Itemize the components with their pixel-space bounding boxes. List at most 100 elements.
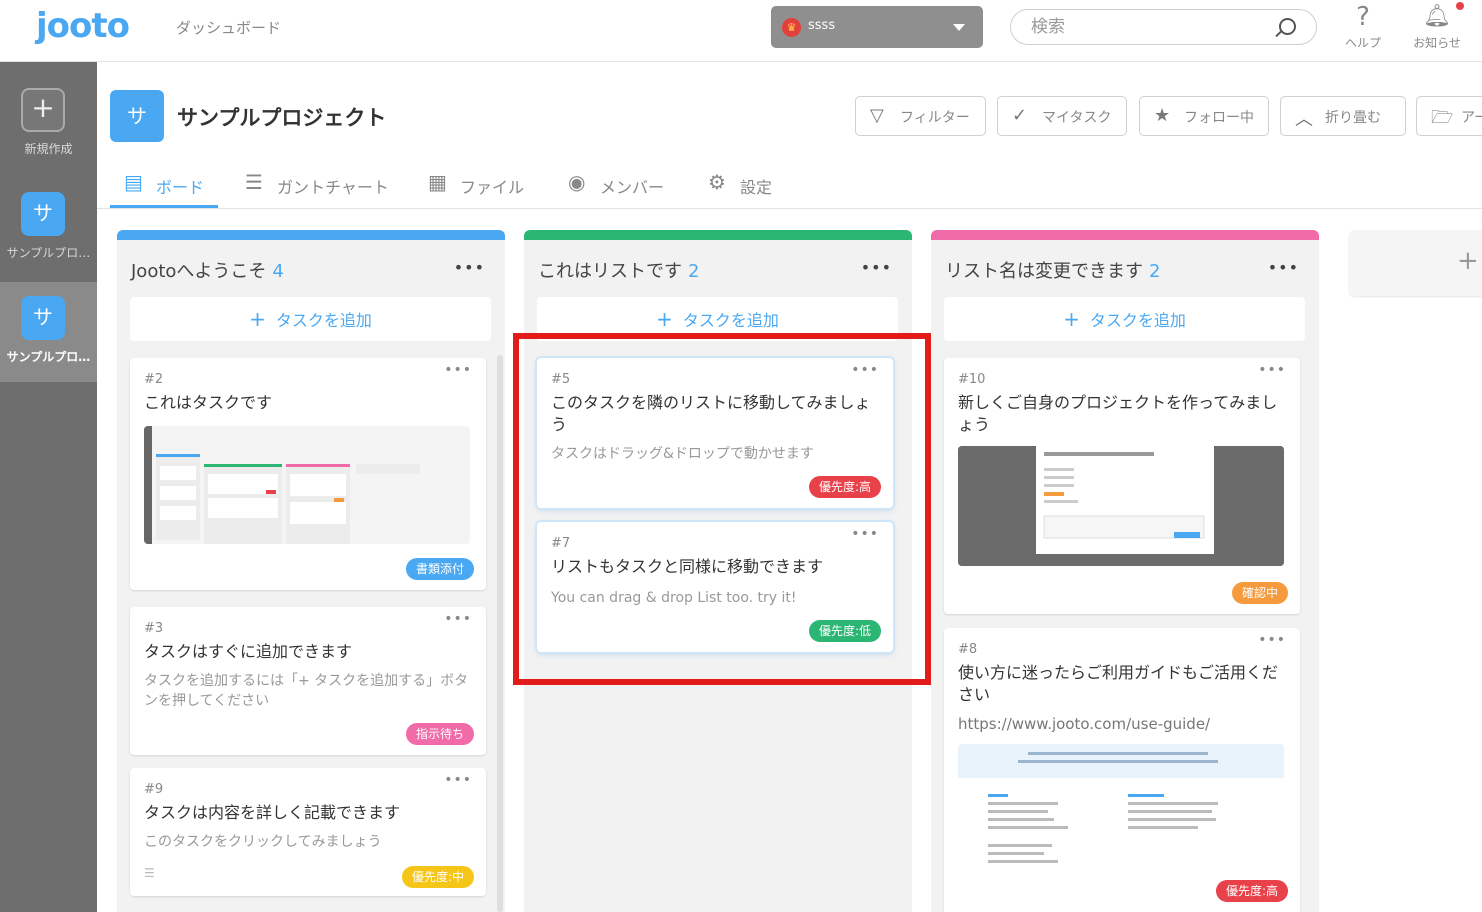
list-header[interactable]: Jootoへようこそ 4 — [131, 257, 284, 283]
list-menu-icon[interactable]: ••• — [861, 258, 892, 277]
card-menu-icon[interactable]: ••• — [1258, 362, 1286, 378]
archive-label: アー — [1461, 110, 1482, 126]
notice-label: お知らせ — [1413, 36, 1461, 50]
task-title: タスクは内容を詳しく記載できます — [144, 803, 401, 822]
plus-icon: + — [1457, 246, 1479, 276]
task-dialog-screenshot-image — [958, 446, 1284, 566]
list-menu-icon[interactable]: ••• — [1268, 258, 1299, 277]
left-sidebar: + 新規作成 サ サンプルプロ… サ サンプルプロ… — [0, 62, 97, 912]
collapse-button[interactable]: ︿ 折り畳む — [1280, 96, 1406, 136]
project-tabs: ▤ ボード ☰ ガントチャート ▦ ファイル ◉ メンバー ⚙ 設定 — [97, 158, 1482, 209]
filter-label: フィルター — [900, 110, 970, 126]
plus-icon: + — [1063, 307, 1080, 331]
sidebar-project-label: サンプルプロ… — [6, 350, 91, 364]
attachment-thumbnail[interactable] — [958, 446, 1284, 566]
tab-label: メンバー — [600, 178, 665, 197]
list-header[interactable]: これはリストです 2 — [538, 257, 699, 283]
file-icon: ▦ — [428, 170, 447, 194]
tab-settings[interactable]: ⚙ 設定 — [694, 158, 784, 208]
list-column[interactable]: リスト名は変更できます 2 ••• + タスクを追加 #10 ••• 新しくご自身の… — [931, 230, 1319, 912]
list-count: 4 — [272, 261, 284, 282]
sidebar-new-project[interactable]: + 新規作成 — [0, 74, 97, 174]
list-name: これはリストです — [538, 261, 682, 282]
tab-members[interactable]: ◉ メンバー — [554, 158, 674, 208]
task-title: タスクはすぐに追加できます — [144, 642, 353, 661]
tab-label: ボード — [156, 178, 205, 197]
attachment-thumbnail[interactable] — [144, 426, 470, 544]
project-icon: サ — [110, 90, 164, 142]
following-button[interactable]: ★ フォロー中 — [1139, 96, 1269, 136]
add-task-label: タスクを追加 — [275, 311, 372, 330]
board-icon: ▤ — [124, 170, 143, 194]
list-color-bar — [931, 230, 1319, 240]
list-name: Jootoへようこそ — [131, 261, 267, 282]
crown-icon: ♛ — [782, 18, 801, 37]
card-menu-icon[interactable]: ••• — [444, 772, 472, 788]
task-number: #10 — [958, 372, 986, 387]
following-label: フォロー中 — [1184, 110, 1254, 126]
sidebar-project-item[interactable]: サ サンプルプロ… — [0, 178, 97, 278]
search-icon[interactable] — [1279, 18, 1296, 35]
star-icon: ★ — [1154, 105, 1171, 126]
plus-icon: + — [21, 88, 65, 132]
board-screenshot-image — [144, 426, 470, 544]
tab-board[interactable]: ▤ ボード — [110, 158, 218, 208]
tab-files[interactable]: ▦ ファイル — [414, 158, 534, 208]
list-name: リスト名は変更できます — [945, 261, 1143, 282]
dashboard-link[interactable]: ダッシュボード — [176, 17, 281, 38]
add-task-button[interactable]: + タスクを追加 — [944, 297, 1305, 341]
user-select[interactable]: ♛ ssss — [771, 6, 983, 48]
status-badge: 書類添付 — [405, 558, 474, 580]
project-avatar: サ — [21, 296, 65, 340]
gantt-icon: ☰ — [245, 170, 263, 194]
card-menu-icon[interactable]: ••• — [444, 611, 472, 627]
list-column[interactable]: Jootoへようこそ 4 ••• + タスクを追加 #2 ••• これはタスクです — [117, 230, 505, 912]
task-card[interactable]: #10 ••• 新しくご自身のプロジェクトを作ってみましょう 確認中 — [944, 358, 1300, 614]
status-badge: 指示待ち — [405, 723, 474, 745]
list-menu-icon[interactable]: ••• — [454, 258, 485, 277]
task-card[interactable]: #3 ••• タスクはすぐに追加できます タスクを追加するには「+ タスクを追加… — [130, 607, 486, 755]
card-menu-icon[interactable]: ••• — [444, 362, 472, 378]
task-description: このタスクをクリックしてみましょう — [144, 834, 382, 850]
task-description: タスクを追加するには「+ タスクを追加する」ボタンを押してください — [144, 673, 469, 709]
add-task-label: タスクを追加 — [1089, 311, 1186, 330]
task-card[interactable]: #8 ••• 使い方に迷ったらご利用ガイドもご活用ください https://ww… — [944, 628, 1300, 912]
list-header[interactable]: リスト名は変更できます 2 — [945, 257, 1160, 283]
search-box — [1010, 9, 1317, 45]
archive-button[interactable]: 🗁 アー — [1416, 96, 1482, 136]
task-title: これはタスクです — [144, 393, 273, 412]
task-card[interactable]: #2 ••• これはタスクです 書類添付 — [130, 358, 486, 590]
add-list-button[interactable]: + — [1349, 230, 1482, 296]
status-badge: 優先度:中 — [401, 866, 474, 888]
task-number: #8 — [958, 642, 978, 657]
attachment-thumbnail[interactable] — [958, 744, 1284, 894]
my-task-label: マイタスク — [1042, 110, 1112, 126]
search-input[interactable] — [1031, 16, 1271, 38]
status-badge: 確認中 — [1231, 582, 1288, 604]
task-card[interactable]: #9 ••• タスクは内容を詳しく記載できます このタスクをクリックしてみましょ… — [130, 768, 486, 896]
check-icon: ✓ — [1012, 105, 1028, 126]
list-scrollbar[interactable] — [497, 355, 503, 912]
highlight-box — [513, 333, 931, 685]
task-link[interactable]: https://www.jooto.com/use-guide/ — [958, 714, 1288, 734]
list-color-bar — [524, 230, 912, 240]
plus-icon: + — [249, 307, 266, 331]
tab-label: ファイル — [460, 178, 525, 197]
add-task-button[interactable]: + タスクを追加 — [130, 297, 491, 341]
task-number: #2 — [144, 372, 164, 387]
tab-gantt[interactable]: ☰ ガントチャート — [231, 158, 391, 208]
plus-icon: + — [656, 307, 673, 331]
sidebar-project-item-active[interactable]: サ サンプルプロ… — [0, 282, 97, 382]
task-title: 使い方に迷ったらご利用ガイドもご活用ください — [958, 663, 1279, 704]
my-task-button[interactable]: ✓ マイタスク — [997, 96, 1127, 136]
filter-button[interactable]: ▽ フィルター — [855, 96, 986, 136]
notification-button[interactable]: 🔔︎ お知らせ — [1406, 2, 1468, 51]
project-title: サンプルプロジェクト — [177, 106, 387, 130]
sidebar-new-label: 新規作成 — [24, 142, 73, 156]
list-count: 2 — [1149, 261, 1161, 282]
card-menu-icon[interactable]: ••• — [1258, 632, 1286, 648]
tab-label: 設定 — [740, 178, 773, 197]
task-number: #3 — [144, 621, 164, 636]
jooto-logo[interactable]: jooto — [36, 6, 130, 46]
help-button[interactable]: ? ヘルプ — [1340, 2, 1386, 51]
